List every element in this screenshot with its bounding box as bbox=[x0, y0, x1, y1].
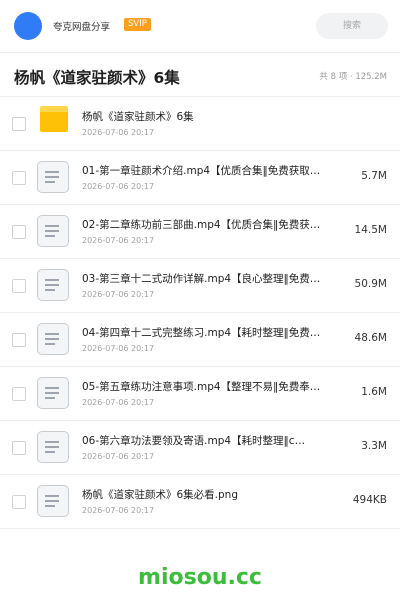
row-checkbox[interactable] bbox=[12, 441, 26, 455]
file-size: 50.9M bbox=[354, 278, 387, 290]
list-item[interactable]: 06-第六章功法要领及寄语.mp4【耗时整理‖c… 2026-07-06 20:1… bbox=[0, 421, 400, 475]
row-checkbox[interactable] bbox=[12, 171, 26, 185]
file-date: 2026-07-06 20:17 bbox=[82, 128, 155, 137]
file-name: 01-第一章驻颜术介绍.mp4【优质合集‖免费获取… bbox=[82, 165, 321, 177]
file-size: 48.6M bbox=[354, 332, 387, 344]
file-date: 2026-07-06 20:17 bbox=[82, 236, 155, 245]
file-name: 杨帆《道家驻颜术》6集 bbox=[82, 111, 194, 123]
app-name: 夸克网盘分享 bbox=[53, 22, 111, 33]
watermark: miosou.cc bbox=[138, 565, 262, 590]
file-size: 1.6M bbox=[361, 386, 387, 398]
row-checkbox[interactable] bbox=[12, 117, 26, 131]
file-name: 杨帆《道家驻颜术》6集必看.png bbox=[82, 489, 239, 501]
file-date: 2026-07-06 20:17 bbox=[82, 344, 155, 353]
list-item[interactable]: 杨帆《道家驻颜术》6集必看.png 2026-07-06 20:17 494KB bbox=[0, 475, 400, 529]
folder-icon bbox=[40, 106, 68, 132]
file-size: 494KB bbox=[352, 494, 387, 506]
file-icon bbox=[37, 215, 69, 247]
file-icon bbox=[37, 431, 69, 463]
file-name: 03-第三章十二式动作详解.mp4【良心整理‖免费… bbox=[82, 273, 321, 285]
list-item[interactable]: 杨帆《道家驻颜术》6集 2026-07-06 20:17 bbox=[0, 97, 400, 151]
avatar[interactable] bbox=[14, 12, 42, 40]
header: 夸克网盘分享 SVIP 搜索 bbox=[0, 0, 400, 52]
file-icon bbox=[37, 269, 69, 301]
list-item[interactable]: 02-第二章练功前三部曲.mp4【优质合集‖免费获… 2026-07-06 20:… bbox=[0, 205, 400, 259]
file-icon bbox=[37, 485, 69, 517]
file-name: 02-第二章练功前三部曲.mp4【优质合集‖免费获… bbox=[82, 219, 321, 231]
file-size: 14.5M bbox=[354, 224, 387, 236]
row-divider bbox=[0, 528, 400, 529]
list-item[interactable]: 04-第四章十二式完整练习.mp4【耗时整理‖免费… 2026-07-06 20:… bbox=[0, 313, 400, 367]
row-checkbox[interactable] bbox=[12, 333, 26, 347]
file-size: 5.7M bbox=[361, 170, 387, 182]
file-name: 05-第五章练功注意事项.mp4【整理不易‖免费奉… bbox=[82, 381, 321, 393]
file-icon bbox=[37, 323, 69, 355]
svip-badge: SVIP bbox=[124, 18, 151, 31]
file-date: 2026-07-06 20:17 bbox=[82, 290, 155, 299]
row-checkbox[interactable] bbox=[12, 225, 26, 239]
page-title: 杨帆《道家驻颜术》6集 bbox=[14, 69, 180, 87]
file-icon bbox=[37, 161, 69, 193]
row-checkbox[interactable] bbox=[12, 495, 26, 509]
file-date: 2026-07-06 20:17 bbox=[82, 182, 155, 191]
row-checkbox[interactable] bbox=[12, 387, 26, 401]
file-date: 2026-07-06 20:17 bbox=[82, 452, 155, 461]
file-name: 04-第四章十二式完整练习.mp4【耗时整理‖免费… bbox=[82, 327, 321, 339]
file-size: 3.3M bbox=[361, 440, 387, 452]
row-checkbox[interactable] bbox=[12, 279, 26, 293]
file-date: 2026-07-06 20:17 bbox=[82, 398, 155, 407]
file-icon bbox=[37, 377, 69, 409]
list-item[interactable]: 01-第一章驻颜术介绍.mp4【优质合集‖免费获取… 2026-07-06 20:… bbox=[0, 151, 400, 205]
search-input[interactable]: 搜索 bbox=[316, 13, 388, 39]
list-item[interactable]: 03-第三章十二式动作详解.mp4【良心整理‖免费… 2026-07-06 20:… bbox=[0, 259, 400, 313]
file-date: 2026-07-06 20:17 bbox=[82, 506, 155, 515]
list-item[interactable]: 05-第五章练功注意事项.mp4【整理不易‖免费奉… 2026-07-06 20:… bbox=[0, 367, 400, 421]
file-name: 06-第六章功法要领及寄语.mp4【耗时整理‖c… bbox=[82, 435, 306, 447]
item-summary: 共 8 项 · 125.2M bbox=[319, 72, 387, 82]
